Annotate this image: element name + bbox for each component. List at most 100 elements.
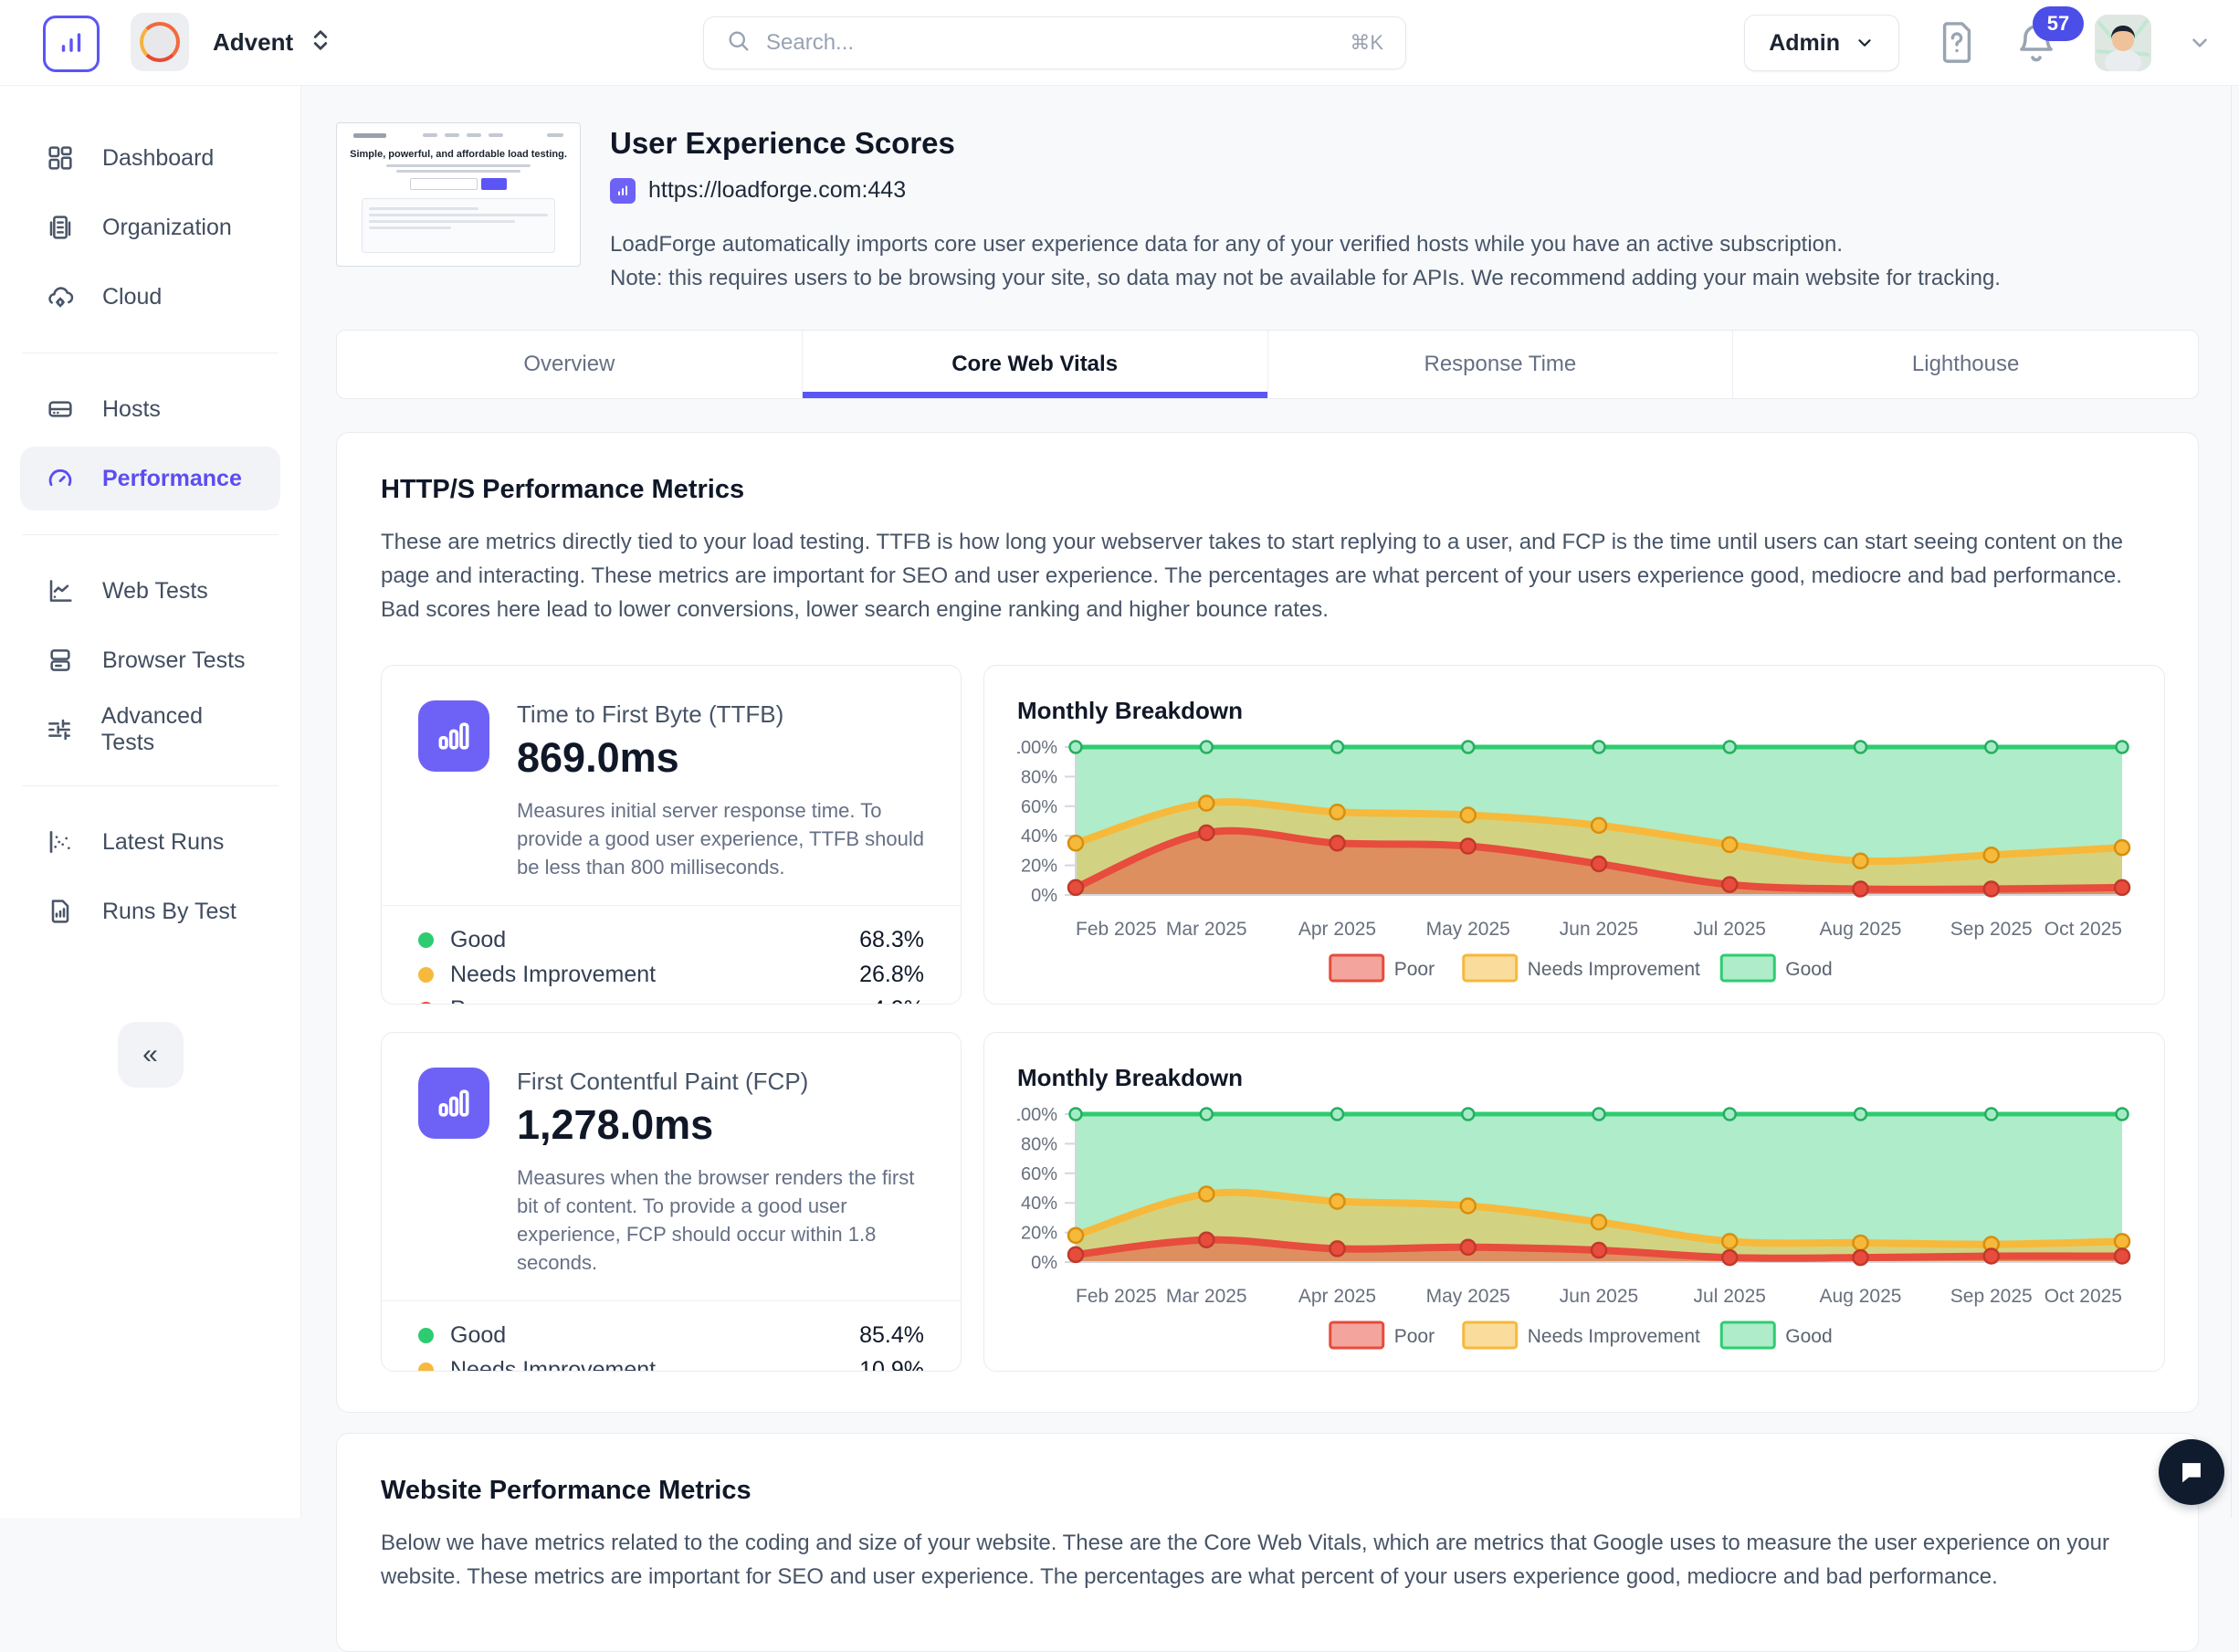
sidebar-collapse-button[interactable]: « <box>118 1022 184 1088</box>
sidebar-item-runs-by-test[interactable]: Runs By Test <box>20 879 280 943</box>
org-name: Advent <box>213 28 293 57</box>
metric-title: First Contentful Paint (FCP) <box>517 1068 928 1096</box>
svg-text:0%: 0% <box>1031 1253 1057 1273</box>
metric-row-needs-improvement: Needs Improvement 26.8% <box>418 957 924 992</box>
sidebar-item-hosts[interactable]: Hosts <box>20 377 280 441</box>
search-icon <box>726 28 752 58</box>
search-bar[interactable]: ⌘K <box>703 16 1406 69</box>
browser-tests-icon <box>44 646 77 675</box>
thumbnail-headline: Simple, powerful, and affordable load te… <box>337 149 580 160</box>
svg-text:Jul 2025: Jul 2025 <box>1694 919 1766 940</box>
chevron-down-icon <box>1855 33 1875 53</box>
metric-description: Measures when the browser renders the fi… <box>517 1163 928 1277</box>
tab-core-web-vitals[interactable]: Core Web Vitals <box>802 331 1267 398</box>
section-description: Below we have metrics related to the cod… <box>381 1526 2161 1594</box>
app-logo-icon[interactable] <box>43 16 100 72</box>
fcp-monthly-chart-card: Monthly Breakdown 0%20%40%60%80%100%Feb … <box>983 1032 2165 1372</box>
metric-bars-icon <box>418 1068 489 1139</box>
web-tests-icon <box>44 576 77 605</box>
svg-text:20%: 20% <box>1021 1224 1057 1244</box>
sidebar-item-browser-tests[interactable]: Browser Tests <box>20 628 280 692</box>
metric-value: 1,278.0ms <box>517 1101 928 1149</box>
svg-text:Aug 2025: Aug 2025 <box>1820 1286 1902 1307</box>
divider <box>22 352 279 353</box>
svg-text:Needs Improvement: Needs Improvement <box>1528 1326 1700 1347</box>
ttfb-metric-card: Time to First Byte (TTFB) 869.0ms Measur… <box>381 665 962 1005</box>
host-url: https://loadforge.com:443 <box>648 177 906 204</box>
admin-label: Admin <box>1769 30 1840 57</box>
org-caret-icon <box>310 26 331 58</box>
sidebar: Dashboard Organization Cloud Hosts Perfo… <box>0 86 301 1518</box>
scroll-edge <box>2231 86 2232 1518</box>
host-url-link[interactable]: https://loadforge.com:443 <box>610 177 2001 204</box>
svg-text:Jul 2025: Jul 2025 <box>1694 1286 1766 1307</box>
top-bar: Advent ⌘K Admin <box>0 0 2239 86</box>
svg-text:60%: 60% <box>1021 1164 1057 1184</box>
metric-row-poor: Poor 4.9% <box>418 992 924 1005</box>
org-switcher[interactable]: Advent <box>131 13 331 71</box>
good-dot <box>418 932 434 948</box>
metric-row-good: Good 68.3% <box>418 922 924 957</box>
site-thumbnail: Simple, powerful, and affordable load te… <box>336 122 581 267</box>
svg-text:40%: 40% <box>1021 1194 1057 1214</box>
ttfb-monthly-chart-card: Monthly Breakdown 0%20%40%60%80%100%Feb … <box>983 665 2165 1005</box>
metric-row-needs-improvement: Needs Improvement 10.9% <box>418 1352 924 1372</box>
chat-icon <box>2176 1457 2207 1488</box>
fcp-metric-card: First Contentful Paint (FCP) 1,278.0ms M… <box>381 1032 962 1372</box>
divider <box>22 785 279 786</box>
performance-gauge-icon <box>44 464 77 493</box>
help-button[interactable] <box>1936 20 1978 66</box>
chart-title: Monthly Breakdown <box>1017 697 2137 725</box>
search-shortcut: ⌘K <box>1350 31 1383 55</box>
host-icon <box>610 178 636 204</box>
chart-title: Monthly Breakdown <box>1017 1064 2137 1092</box>
sidebar-item-organization[interactable]: Organization <box>20 195 280 259</box>
tab-lighthouse[interactable]: Lighthouse <box>1732 331 2198 398</box>
hosts-icon <box>44 395 77 424</box>
svg-text:100%: 100% <box>1017 1107 1057 1125</box>
sidebar-item-latest-runs[interactable]: Latest Runs <box>20 810 280 874</box>
metric-description: Measures initial server response time. T… <box>517 796 928 881</box>
svg-text:Oct 2025: Oct 2025 <box>2045 1286 2122 1307</box>
org-avatar <box>131 13 189 71</box>
svg-text:Feb 2025: Feb 2025 <box>1076 919 1157 940</box>
profile-chevron-down-icon[interactable] <box>2188 31 2212 55</box>
svg-text:Aug 2025: Aug 2025 <box>1820 919 1902 940</box>
svg-text:Oct 2025: Oct 2025 <box>2045 919 2122 940</box>
main-content: Simple, powerful, and affordable load te… <box>301 86 2239 1518</box>
svg-text:100%: 100% <box>1017 740 1057 758</box>
svg-text:60%: 60% <box>1021 797 1057 817</box>
section-description: These are metrics directly tied to your … <box>381 525 2161 626</box>
metric-row-good: Good 85.4% <box>418 1318 924 1352</box>
svg-text:Needs Improvement: Needs Improvement <box>1528 959 1700 980</box>
sidebar-item-dashboard[interactable]: Dashboard <box>20 126 280 190</box>
notification-count-badge: 57 <box>2033 6 2084 41</box>
search-input[interactable] <box>766 30 1350 56</box>
sidebar-item-cloud[interactable]: Cloud <box>20 265 280 329</box>
divider <box>22 534 279 535</box>
chat-widget-button[interactable] <box>2159 1439 2224 1505</box>
admin-menu-button[interactable]: Admin <box>1744 15 1899 71</box>
user-avatar[interactable] <box>2095 15 2151 71</box>
needs-improvement-dot <box>418 967 434 983</box>
svg-text:Mar 2025: Mar 2025 <box>1166 1286 1247 1307</box>
svg-text:Sep 2025: Sep 2025 <box>1950 1286 2033 1307</box>
svg-text:May 2025: May 2025 <box>1426 1286 1510 1307</box>
notifications-button[interactable]: 57 <box>2014 19 2058 67</box>
svg-text:Poor: Poor <box>1394 1326 1435 1347</box>
sidebar-item-advanced-tests[interactable]: Advanced Tests <box>20 698 280 762</box>
organization-icon <box>44 213 77 242</box>
section-heading: HTTP/S Performance Metrics <box>381 475 2161 505</box>
http-performance-section: HTTP/S Performance Metrics These are met… <box>336 432 2199 1413</box>
sidebar-item-performance[interactable]: Performance <box>20 447 280 510</box>
sidebar-item-web-tests[interactable]: Web Tests <box>20 559 280 623</box>
tab-response-time[interactable]: Response Time <box>1267 331 1733 398</box>
latest-runs-icon <box>44 827 77 857</box>
page-title: User Experience Scores <box>610 126 2001 161</box>
svg-text:Mar 2025: Mar 2025 <box>1166 919 1247 940</box>
header-description-1: LoadForge automatically imports core use… <box>610 227 2001 261</box>
svg-text:Poor: Poor <box>1394 959 1435 980</box>
cloud-icon <box>44 282 77 311</box>
tab-overview[interactable]: Overview <box>337 331 802 398</box>
header-description-2: Note: this requires users to be browsing… <box>610 261 2001 295</box>
